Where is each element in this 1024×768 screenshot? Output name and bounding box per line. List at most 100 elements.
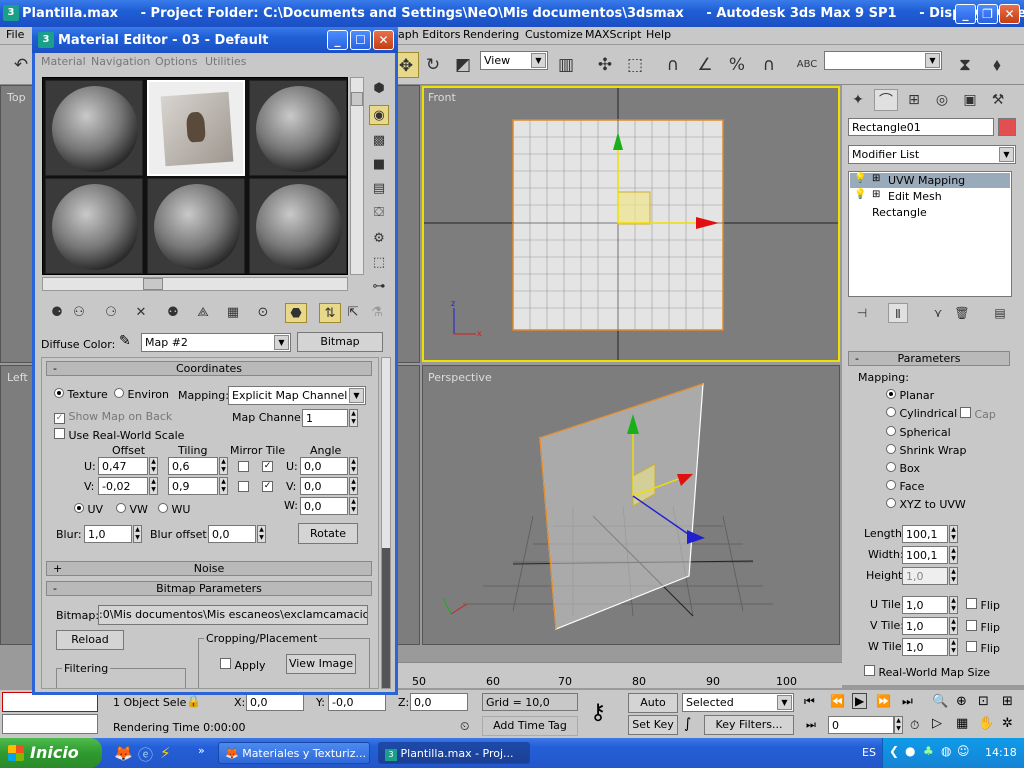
- language-indicator[interactable]: ES: [862, 746, 876, 759]
- texture-radio[interactable]: Texture: [54, 388, 108, 401]
- noise-rollout-header[interactable]: + Noise: [46, 561, 372, 576]
- object-name-field[interactable]: Rectangle01: [848, 118, 994, 136]
- material-editor-titlebar[interactable]: 3 Material Editor - 03 - Default _ ☐ ✕: [32, 27, 398, 53]
- fov-icon[interactable]: ▷: [932, 716, 942, 731]
- maxscript-listener-field[interactable]: [2, 692, 98, 712]
- viewport-label[interactable]: Left: [7, 371, 28, 384]
- material-close-button[interactable]: ✕: [373, 30, 394, 50]
- maximize-button[interactable]: ❐: [977, 4, 998, 24]
- rollouts-scrollbar[interactable]: [381, 357, 391, 689]
- edit-named-selection-icon[interactable]: ABC: [794, 52, 820, 78]
- stack-item-rectangle[interactable]: Rectangle: [850, 205, 1010, 220]
- sample-type-icon[interactable]: ⬢: [369, 79, 389, 99]
- curve-icon[interactable]: ∫: [684, 716, 691, 732]
- eyedropper-icon[interactable]: ✎: [119, 333, 131, 349]
- u-flip-checkbox[interactable]: Flip: [966, 598, 1000, 612]
- time-config-icon[interactable]: ⏱: [910, 718, 919, 733]
- z-arrow-icon[interactable]: [687, 530, 705, 544]
- selected-dropdown[interactable]: Selected ▼: [682, 693, 794, 712]
- region-zoom-icon[interactable]: ▦: [956, 716, 968, 731]
- time-ruler[interactable]: 50 60 70 80 90 100: [398, 662, 842, 688]
- key-filters-button[interactable]: Key Filters...: [704, 715, 794, 735]
- u-tile-field[interactable]: 1,0: [902, 596, 948, 614]
- map-name-dropdown[interactable]: Map #2 ▼: [141, 333, 291, 352]
- quicklaunch-more-icon[interactable]: »: [198, 744, 205, 757]
- w-tile-spinner[interactable]: ▲ ▼: [949, 638, 958, 656]
- select-by-material-icon[interactable]: ⬚: [369, 253, 389, 273]
- v-offset-spinner[interactable]: ▲ ▼: [149, 477, 158, 495]
- length-spinner[interactable]: ▲ ▼: [949, 525, 958, 543]
- rotate-button[interactable]: Rotate: [298, 523, 358, 544]
- v-mirror-checkbox[interactable]: [238, 481, 249, 492]
- scale-icon[interactable]: ◩: [450, 52, 476, 78]
- environ-radio[interactable]: Environ: [114, 388, 169, 401]
- mapping-cylindrical[interactable]: Cylindrical: [886, 407, 957, 420]
- motion-tab-icon[interactable]: ◎: [930, 89, 954, 111]
- key-icon[interactable]: ⚷: [590, 700, 606, 725]
- zoom-icon[interactable]: 🔍: [932, 694, 948, 709]
- reset-map-icon[interactable]: ✕: [131, 303, 151, 323]
- material-minimize-button[interactable]: _: [327, 30, 348, 50]
- stack-item-edit-mesh[interactable]: 💡 ⊞ Edit Mesh: [850, 189, 1010, 204]
- next-frame-icon[interactable]: ⏩: [876, 694, 891, 708]
- uv-radio[interactable]: UV: [74, 503, 103, 516]
- show-end-result-icon[interactable]: ⬣: [285, 303, 307, 323]
- cap-checkbox[interactable]: Cap: [960, 407, 996, 421]
- mapping-planar[interactable]: Planar: [886, 389, 934, 402]
- sample-slot-5[interactable]: [147, 178, 245, 274]
- undo-icon[interactable]: ↶: [8, 52, 34, 78]
- v-angle-spinner[interactable]: ▲ ▼: [349, 477, 358, 495]
- v-tile-field[interactable]: 1,0: [902, 617, 948, 635]
- menu-material[interactable]: Material: [41, 55, 86, 68]
- task-firefox[interactable]: 🦊 Materiales y Texturiz...: [218, 742, 370, 764]
- options-icon[interactable]: ⚙: [369, 229, 389, 249]
- video-color-check-icon[interactable]: ▤: [369, 179, 389, 199]
- zoom-extents-all-icon[interactable]: ⊞: [1002, 694, 1013, 709]
- menu-file[interactable]: File: [6, 28, 24, 41]
- material-navigator-icon[interactable]: ⊶: [369, 277, 389, 297]
- slots-vertical-scrollbar[interactable]: [350, 77, 364, 275]
- material-effects-channel-icon[interactable]: ▦: [223, 303, 243, 323]
- put-to-library-icon[interactable]: ⟁: [193, 303, 213, 323]
- play-icon[interactable]: ▶: [852, 693, 868, 709]
- put-to-scene-icon[interactable]: ⚇: [69, 303, 89, 323]
- y-coordinate-field[interactable]: -0,0: [328, 693, 386, 711]
- ie-icon[interactable]: ⓔ: [138, 744, 153, 765]
- reference-coord-dropdown[interactable]: View ▼: [480, 51, 548, 70]
- object-color-swatch[interactable]: [998, 118, 1016, 136]
- show-end-result-icon[interactable]: Ⅱ: [888, 303, 908, 323]
- w-angle-field[interactable]: 0,0: [300, 497, 348, 515]
- mapping-face[interactable]: Face: [886, 480, 924, 493]
- sample-slot-3[interactable]: [249, 80, 347, 176]
- stack-item-uvw-mapping[interactable]: 💡 ⊞ UVW Mapping: [850, 173, 1010, 188]
- bitmap-params-rollout-header[interactable]: - Bitmap Parameters: [46, 581, 372, 596]
- background-icon[interactable]: ▩: [369, 131, 389, 151]
- make-preview-icon[interactable]: ⛋: [369, 203, 389, 223]
- height-field[interactable]: 1,0: [902, 567, 948, 585]
- v-tiling-spinner[interactable]: ▲ ▼: [219, 477, 228, 495]
- length-field[interactable]: 100,1: [902, 525, 948, 543]
- rectangle-plane-perspective[interactable]: [539, 383, 704, 630]
- reload-button[interactable]: Reload: [56, 630, 124, 650]
- sample-slot-4[interactable]: [45, 178, 143, 274]
- rotate-icon[interactable]: ↻: [420, 52, 446, 78]
- w-flip-checkbox[interactable]: Flip: [966, 641, 1000, 655]
- v-tile-spinner[interactable]: ▲ ▼: [949, 617, 958, 635]
- current-frame-field[interactable]: 0: [828, 716, 894, 734]
- u-offset-spinner[interactable]: ▲ ▼: [149, 457, 158, 475]
- pan-icon[interactable]: ✋: [978, 716, 994, 731]
- firefox-icon[interactable]: 🦊: [114, 744, 133, 762]
- expand-icon[interactable]: ⊞: [872, 189, 880, 200]
- wu-radio[interactable]: WU: [158, 503, 190, 516]
- orbit-icon[interactable]: ✲: [1002, 716, 1013, 731]
- goto-end-icon[interactable]: ⏭: [902, 694, 913, 709]
- add-time-tag-icon[interactable]: ⏲: [460, 719, 469, 734]
- tray-back-icon[interactable]: ❮: [889, 744, 899, 758]
- menu-maxscript[interactable]: MAXScript: [585, 28, 641, 41]
- modify-tab-icon[interactable]: ⌒: [874, 89, 898, 111]
- blur-offset-spinner[interactable]: ▲ ▼: [257, 525, 266, 543]
- frame-spinner[interactable]: ▲ ▼: [894, 716, 903, 734]
- uv-tiling-icon[interactable]: ■: [369, 155, 389, 175]
- minimize-button[interactable]: _: [955, 4, 976, 24]
- sample-slot-6[interactable]: [249, 178, 347, 274]
